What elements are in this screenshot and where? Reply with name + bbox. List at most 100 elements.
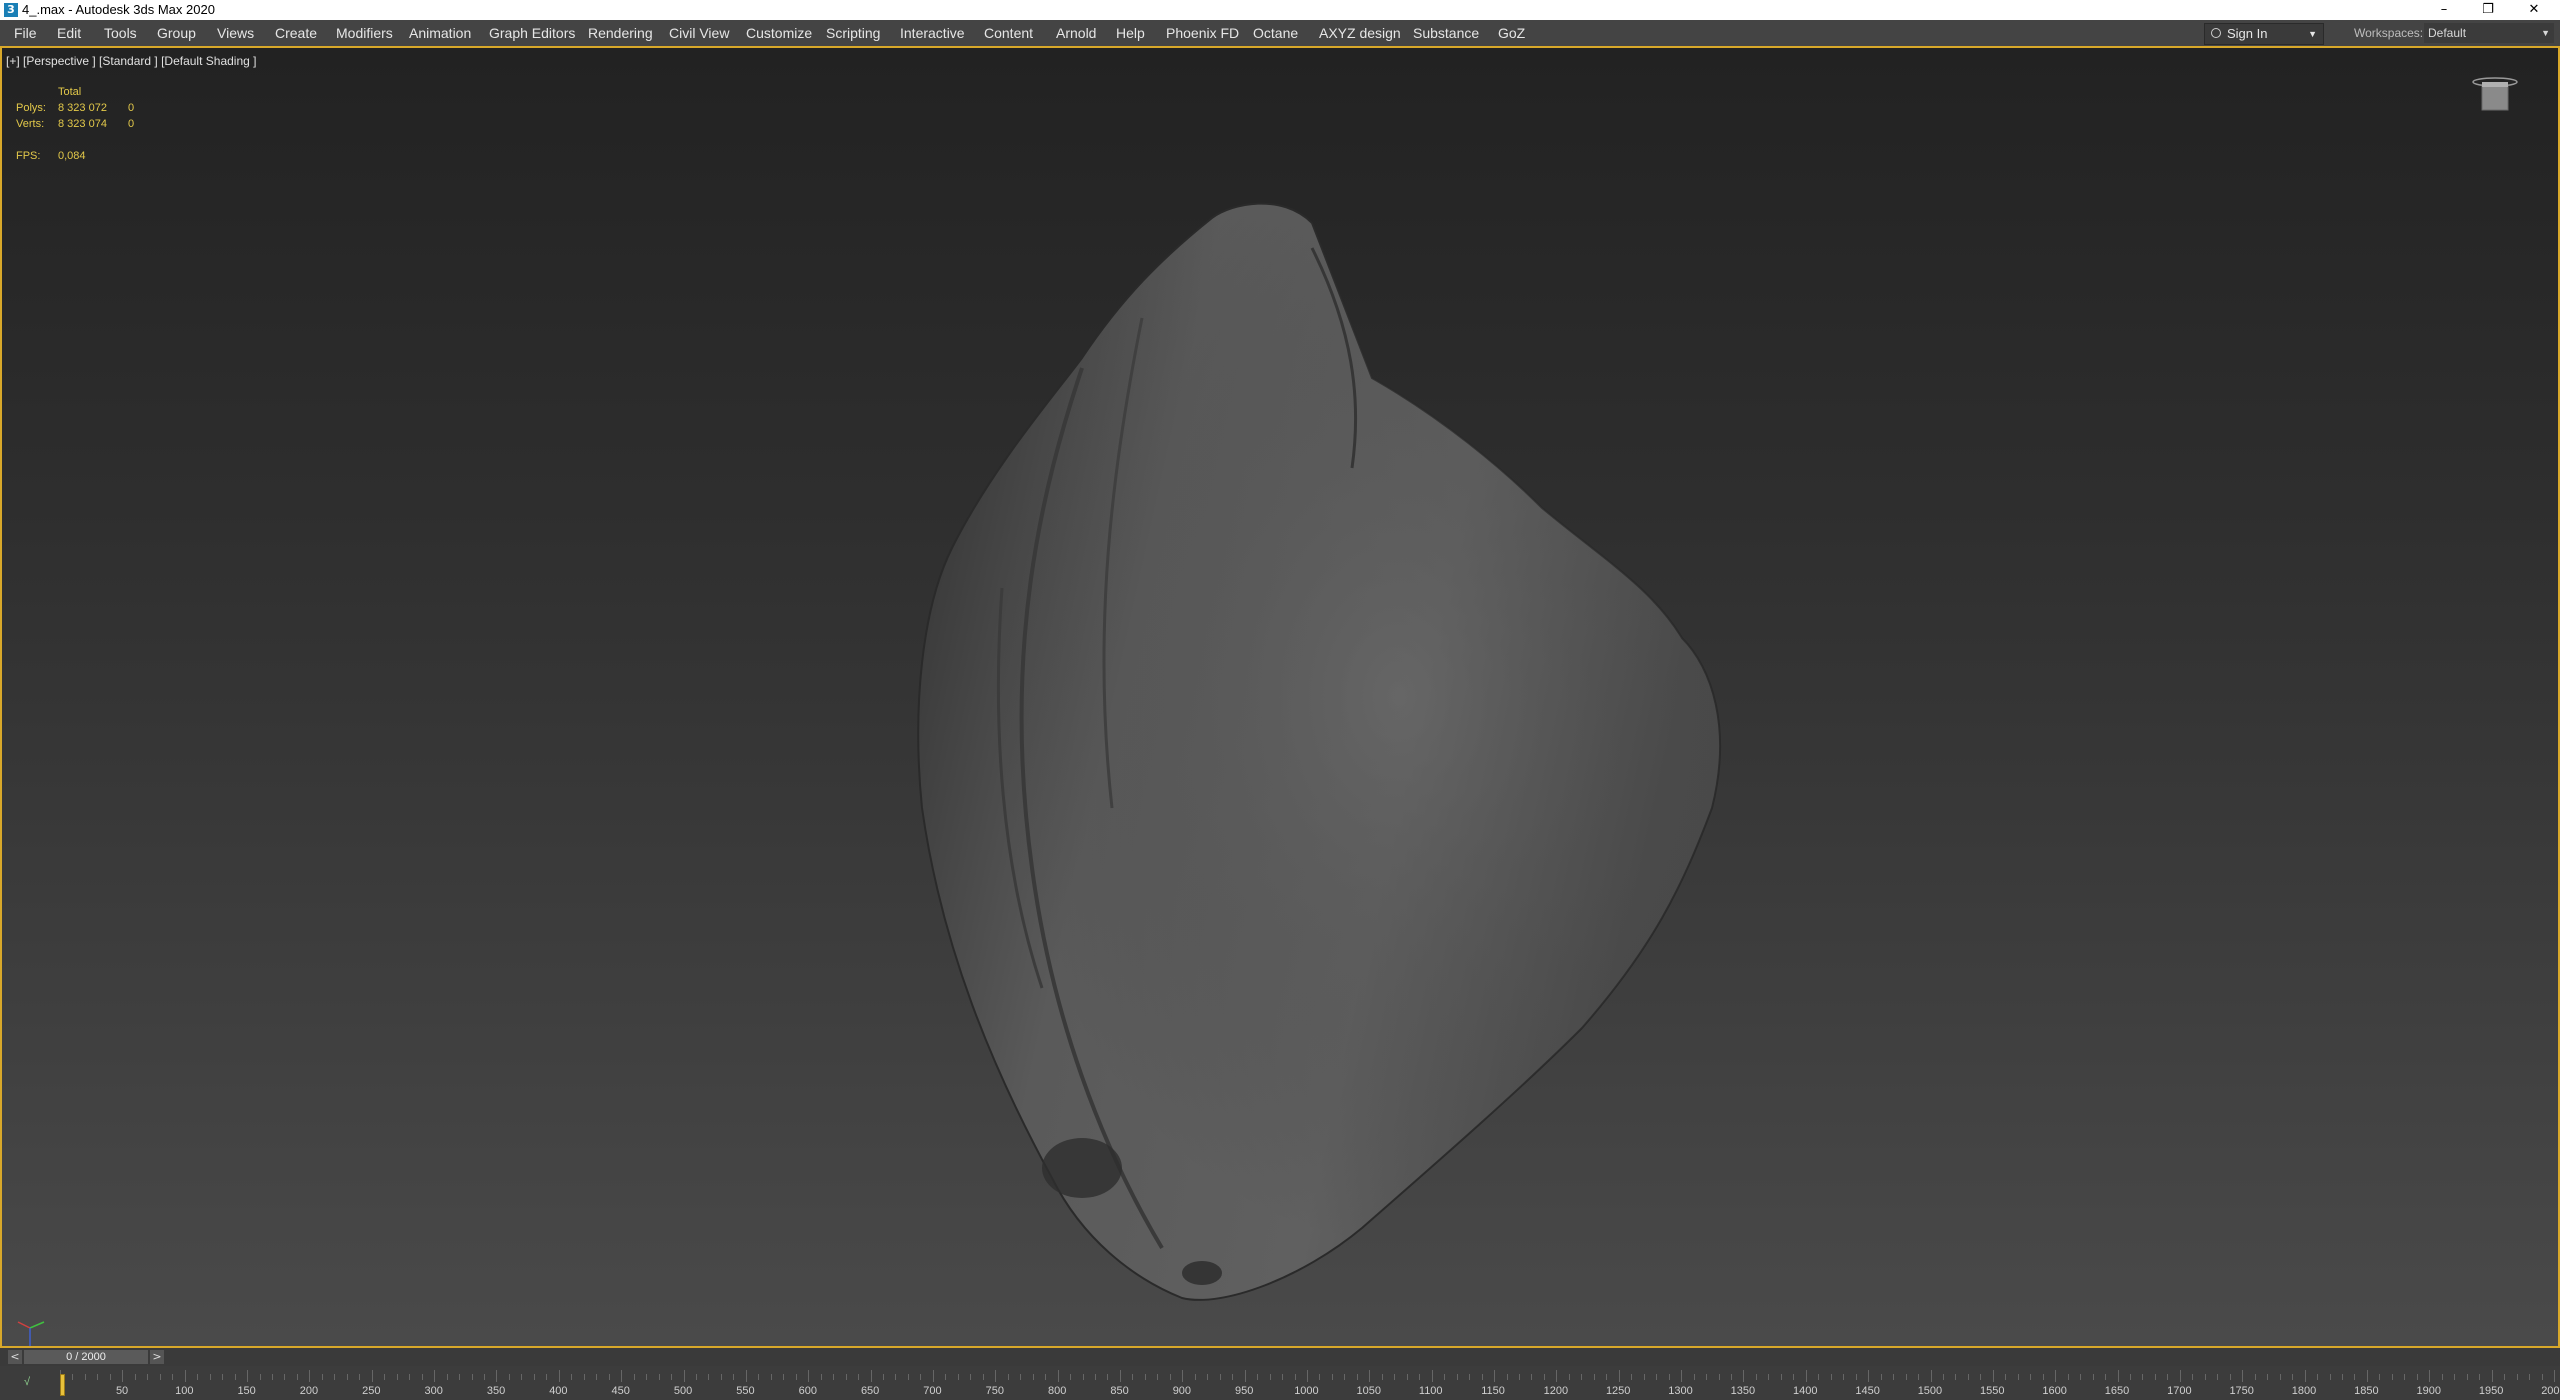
ruler-label: 100 [175, 1385, 194, 1397]
ruler-tick [1755, 1374, 1757, 1380]
track-bar-toggle-icon[interactable]: √ [24, 1376, 30, 1388]
menu-civil-view[interactable]: Civil View [669, 20, 729, 46]
ruler-tick [2354, 1374, 2356, 1380]
minimize-icon[interactable]: – [2424, 0, 2464, 20]
ruler-label: 400 [549, 1385, 568, 1397]
viewcube-icon[interactable] [2470, 76, 2520, 116]
ruler-tick [1506, 1374, 1508, 1380]
ruler-tick [932, 1370, 934, 1382]
frame-ruler[interactable]: 50 100 150 200 250 300 350 400 450 500 550 600 650 70… [60, 1368, 2560, 1398]
restore-icon[interactable]: ❐ [2468, 0, 2508, 20]
menu-help[interactable]: Help [1116, 20, 1145, 46]
time-slider[interactable]: < 0 / 2000 > [0, 1348, 2560, 1366]
3dsmax-app-icon[interactable]: 3 [4, 3, 18, 17]
ruler-tick [2429, 1370, 2431, 1382]
playhead[interactable] [60, 1374, 65, 1396]
stats-verts-selected: 0 [128, 118, 135, 130]
ruler-label: 2000 [2541, 1385, 2560, 1397]
ruler-tick [1855, 1374, 1857, 1380]
ruler-tick [833, 1374, 835, 1380]
ruler-tick [2292, 1374, 2294, 1380]
ruler-tick [1830, 1374, 1832, 1380]
ruler-tick [2317, 1374, 2319, 1380]
ruler-tick [745, 1370, 747, 1382]
ruler-tick [2154, 1374, 2156, 1380]
menu-goz[interactable]: GoZ [1498, 20, 1525, 46]
menu-animation[interactable]: Animation [409, 20, 471, 46]
menu-rendering[interactable]: Rendering [588, 20, 653, 46]
workspaces-dropdown[interactable]: Default ▼ [2424, 23, 2554, 43]
ruler-tick [1331, 1374, 1333, 1380]
chevron-down-icon: ▼ [2541, 28, 2550, 38]
menu-create[interactable]: Create [275, 20, 317, 46]
menu-phoenix-fd[interactable]: Phoenix FD [1166, 20, 1239, 46]
ruler-tick [1905, 1374, 1907, 1380]
ruler-tick [558, 1370, 560, 1382]
menu-views[interactable]: Views [217, 20, 254, 46]
ruler-label: 1600 [2042, 1385, 2067, 1397]
ruler-tick [2117, 1370, 2119, 1382]
ruler-tick [459, 1374, 461, 1380]
ruler-tick [1282, 1374, 1284, 1380]
viewport-label[interactable]: [+] [Perspective ] [Standard ] [Default … [6, 54, 256, 68]
ruler-tick [1868, 1370, 1870, 1382]
menu-octane[interactable]: Octane [1253, 20, 1298, 46]
ruler-label: 750 [985, 1385, 1004, 1397]
ruler-tick [1381, 1374, 1383, 1380]
ruler-tick [1294, 1374, 1296, 1380]
user-icon [2211, 28, 2221, 38]
ruler-tick [2017, 1374, 2019, 1380]
ruler-tick [309, 1370, 311, 1382]
ruler-tick [2142, 1374, 2144, 1380]
ruler-tick [1369, 1370, 1371, 1382]
sign-in-button[interactable]: Sign In ▼ [2204, 23, 2324, 45]
previous-frame-button[interactable]: < [8, 1350, 22, 1364]
ruler-tick [1406, 1374, 1408, 1380]
ruler-tick [2217, 1374, 2219, 1380]
menu-tools[interactable]: Tools [104, 20, 137, 46]
ruler-tick [2204, 1374, 2206, 1380]
menu-substance[interactable]: Substance [1413, 20, 1479, 46]
stats-polys-selected: 0 [128, 102, 135, 114]
menu-interactive[interactable]: Interactive [900, 20, 965, 46]
menu-arnold[interactable]: Arnold [1056, 20, 1096, 46]
ruler-label: 1250 [1605, 1385, 1631, 1397]
ruler-tick [2030, 1374, 2032, 1380]
time-slider-thumb[interactable]: 0 / 2000 [24, 1350, 148, 1364]
menu-content[interactable]: Content [984, 20, 1033, 46]
perspective-viewport[interactable]: [+] [Perspective ] [Standard ] [Default … [0, 46, 2560, 1348]
stats-total-label: Total [58, 86, 82, 98]
ruler-tick [596, 1374, 598, 1380]
ruler-tick [957, 1374, 959, 1380]
menu-axyz-design[interactable]: AXYZ design [1319, 20, 1401, 46]
ruler-tick [1082, 1374, 1084, 1380]
menu-graph-editors[interactable]: Graph Editors [489, 20, 575, 46]
ruler-tick [209, 1374, 211, 1380]
menu-customize[interactable]: Customize [746, 20, 812, 46]
ruler-tick [1568, 1374, 1570, 1380]
ruler-tick [147, 1374, 149, 1380]
menu-file[interactable]: File [14, 20, 37, 46]
ruler-label: 1850 [2354, 1385, 2379, 1397]
menu-edit[interactable]: Edit [57, 20, 81, 46]
track-bar[interactable]: √ 50 100 150 200 250 300 350 400 450 500 550 600 650… [0, 1366, 2560, 1400]
ruler-tick [795, 1374, 797, 1380]
menu-group[interactable]: Group [157, 20, 196, 46]
ruler-label: 700 [923, 1385, 942, 1397]
ruler-tick [1967, 1374, 1969, 1380]
ruler-tick [1818, 1374, 1820, 1380]
ruler-label: 1650 [2104, 1385, 2130, 1397]
ruler-label: 1900 [2416, 1385, 2441, 1397]
ruler-tick [1219, 1374, 1221, 1380]
ruler-label: 500 [673, 1385, 693, 1397]
menu-modifiers[interactable]: Modifiers [336, 20, 393, 46]
close-icon[interactable]: ✕ [2514, 0, 2554, 20]
next-frame-button[interactable]: > [150, 1350, 164, 1364]
ruler-tick [907, 1374, 909, 1380]
ruler-tick [1032, 1374, 1034, 1380]
ruler-tick [122, 1370, 124, 1382]
ruler-tick [2504, 1374, 2506, 1380]
ruler-tick [2541, 1374, 2543, 1380]
menu-scripting[interactable]: Scripting [826, 20, 880, 46]
rock-mesh[interactable] [882, 168, 1742, 1348]
